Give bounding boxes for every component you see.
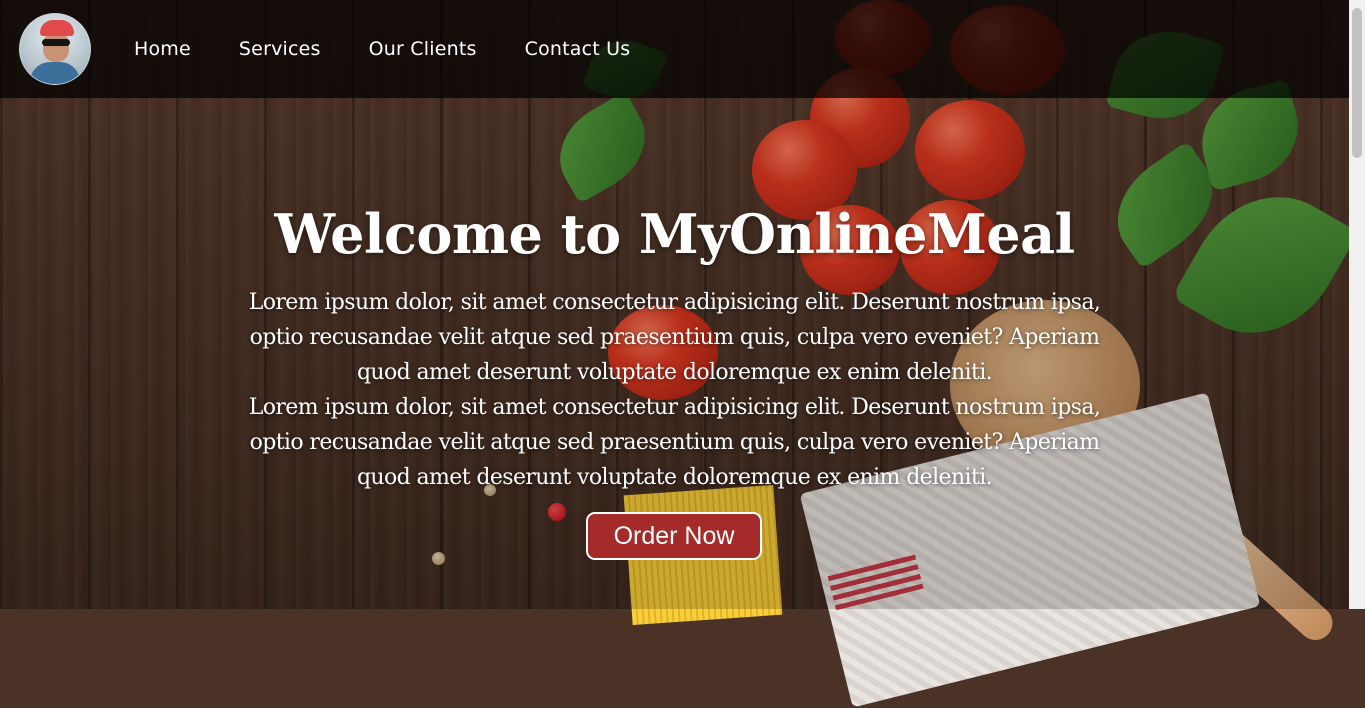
nav-link-services[interactable]: Services [239,38,321,60]
hero-section: Welcome to MyOnlineMeal Lorem ipsum dolo… [0,98,1349,609]
vertical-scrollbar[interactable] [1349,0,1365,609]
nav-links: Home Services Our Clients Contact Us [134,38,678,60]
scrollbar-thumb[interactable] [1352,8,1362,158]
nav-link-our-clients[interactable]: Our Clients [369,38,477,60]
top-navbar: Home Services Our Clients Contact Us [0,0,1349,98]
hero-description: Lorem ipsum dolor, sit amet consectetur … [220,285,1129,495]
hero-paragraph: Lorem ipsum dolor, sit amet consectetur … [248,395,1101,490]
order-now-button[interactable]: Order Now [586,512,762,560]
avatar[interactable] [19,13,91,85]
nav-link-contact-us[interactable]: Contact Us [525,38,631,60]
hero-paragraph: Lorem ipsum dolor, sit amet consectetur … [248,290,1101,385]
hero-title: Welcome to MyOnlineMeal [274,202,1075,266]
nav-link-home[interactable]: Home [134,38,191,60]
